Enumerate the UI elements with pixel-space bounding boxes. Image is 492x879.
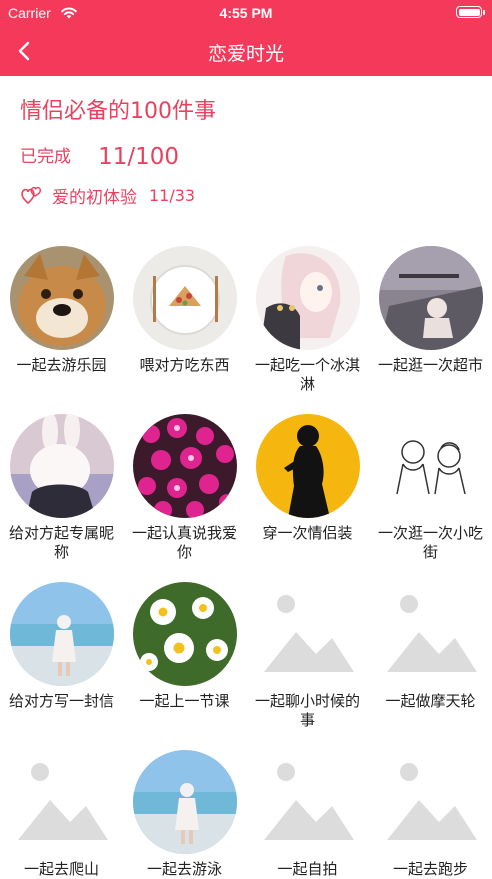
list-item[interactable]: 一次逛一次小吃街 bbox=[369, 414, 492, 562]
list-item[interactable]: 一起上一节课 bbox=[123, 582, 246, 711]
status-bar: Carrier 4:55 PM bbox=[0, 0, 492, 26]
nav-bar: 恋爱时光 bbox=[0, 26, 492, 76]
page-title: 恋爱时光 bbox=[207, 43, 284, 65]
completed-count: 11/100 bbox=[98, 143, 180, 170]
list-item[interactable]: 给对方写一封信 bbox=[0, 582, 123, 711]
placeholder-image-icon bbox=[256, 750, 360, 854]
list-title: 情侣必备的100件事 bbox=[20, 99, 216, 124]
item-label: 一起认真说我爱你 bbox=[131, 524, 237, 561]
item-label: 喂对方吃东西 bbox=[139, 356, 230, 374]
item-label: 给对方写一封信 bbox=[8, 692, 114, 710]
item-label: 一起聊小时候的事 bbox=[254, 692, 360, 729]
list-item[interactable]: 一起去游泳 bbox=[123, 750, 246, 879]
list-item[interactable]: 一起去游乐园 bbox=[0, 246, 123, 375]
item-label: 穿一次情侣装 bbox=[262, 524, 353, 542]
list-item[interactable]: 一起做摩天轮 bbox=[369, 582, 492, 711]
item-label: 给对方起专属昵称 bbox=[8, 524, 114, 561]
beach-girl-photo bbox=[9, 582, 114, 686]
placeholder-image-icon bbox=[379, 750, 483, 854]
couple-sketch-photo bbox=[378, 414, 483, 518]
list-item[interactable]: 喂对方吃东西 bbox=[123, 246, 246, 375]
bunny-hat-photo bbox=[9, 414, 114, 518]
item-label: 一起去爬山 bbox=[23, 860, 99, 878]
list-item[interactable]: 一起自拍 bbox=[246, 750, 369, 879]
list-item[interactable]: 给对方起专属昵称 bbox=[0, 414, 123, 562]
item-label: 一起去跑步 bbox=[392, 860, 468, 878]
item-label: 一起去游乐园 bbox=[16, 356, 107, 374]
category-row: 爱的初体验 11/33 bbox=[20, 180, 472, 210]
placeholder-image-icon bbox=[256, 582, 360, 686]
item-label: 一起做摩天轮 bbox=[385, 692, 476, 710]
girl-window-photo bbox=[378, 246, 483, 350]
list-item[interactable]: 一起认真说我爱你 bbox=[123, 414, 246, 562]
battery-icon bbox=[456, 6, 485, 18]
completed-label: 已完成 bbox=[20, 146, 71, 167]
list-item[interactable]: 一起去跑步 bbox=[369, 750, 492, 879]
category-count: 11/33 bbox=[149, 185, 196, 205]
item-label: 一起吃一个冰淇淋 bbox=[254, 356, 360, 393]
anime-girl-photo bbox=[255, 246, 360, 350]
dog-photo bbox=[9, 246, 114, 350]
pink-flowers-photo bbox=[132, 414, 237, 518]
silhouette-yellow-photo bbox=[255, 414, 360, 518]
hearts-icon bbox=[21, 186, 42, 205]
placeholder-image-icon bbox=[379, 582, 483, 686]
item-label: 一起去游泳 bbox=[146, 860, 222, 878]
clock: 4:55 PM bbox=[219, 5, 273, 21]
list-item[interactable]: 一起去爬山 bbox=[0, 750, 123, 879]
food-plate-photo bbox=[132, 246, 237, 350]
summary-section: 情侣必备的100件事 已完成 11/100 爱的初体验 11/33 bbox=[0, 96, 492, 210]
placeholder-image-icon bbox=[10, 750, 114, 854]
list-item[interactable]: 穿一次情侣装 bbox=[246, 414, 369, 543]
beach-girl-photo bbox=[132, 750, 237, 854]
progress-row: 已完成 11/100 bbox=[20, 140, 472, 172]
item-label: 一起逛一次超市 bbox=[377, 356, 483, 374]
list-item[interactable]: 一起吃一个冰淇淋 bbox=[246, 246, 369, 394]
category-label: 爱的初体验 bbox=[52, 187, 137, 208]
item-label: 一起自拍 bbox=[277, 860, 338, 878]
list-item[interactable]: 一起聊小时候的事 bbox=[246, 582, 369, 730]
item-label: 一次逛一次小吃街 bbox=[377, 524, 483, 561]
item-label: 一起上一节课 bbox=[139, 692, 230, 710]
daisies-photo bbox=[132, 582, 237, 686]
list-item[interactable]: 一起逛一次超市 bbox=[369, 246, 492, 375]
